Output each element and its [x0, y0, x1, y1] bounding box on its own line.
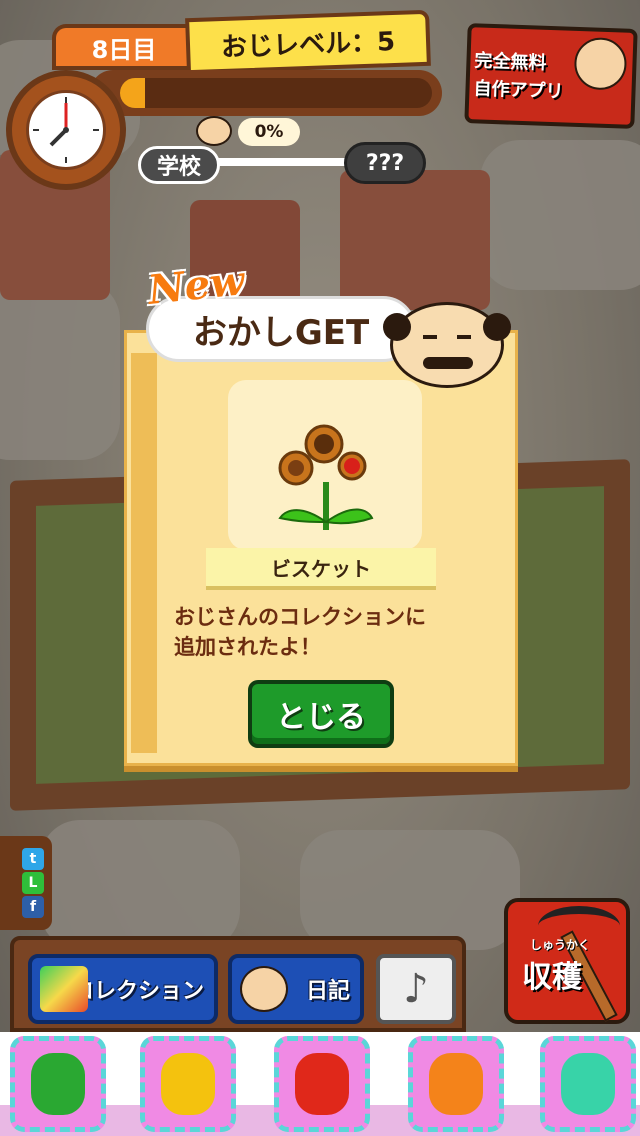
day-progress-bar	[90, 70, 442, 116]
banner-line-1: 完全無料	[474, 50, 547, 74]
new-label: New	[145, 257, 247, 314]
oji-face-icon	[573, 36, 628, 91]
free-app-banner[interactable]: 完全無料 自作アプリ	[464, 23, 638, 129]
diary-label: 日記	[305, 979, 350, 1004]
oji-marker-icon	[196, 116, 232, 146]
harvest-button[interactable]: しゅうかく 収穫	[504, 898, 630, 1024]
oji-face-icon	[240, 966, 288, 1012]
close-button[interactable]: とじる	[248, 680, 394, 748]
collection-book-icon	[40, 966, 88, 1012]
music-note-icon: ♪	[403, 966, 429, 1012]
collection-label: コレクション	[71, 979, 204, 1004]
popup-title: おかしGET	[192, 312, 370, 353]
day-counter: 8日目	[52, 24, 192, 70]
biscuit-flower-icon	[278, 424, 374, 530]
day-progress-fill	[120, 78, 145, 108]
facebook-icon[interactable]: f	[22, 896, 44, 918]
line-icon[interactable]: L	[22, 872, 44, 894]
destination-school: 学校	[138, 146, 220, 184]
destination-unknown: ???	[344, 142, 426, 184]
item-name: ビスケット	[271, 556, 371, 581]
percent-label: 0%	[238, 118, 300, 146]
orange-candy-icon	[429, 1053, 483, 1115]
candy-slot[interactable]	[274, 1036, 370, 1132]
social-share-panel: t L f	[0, 836, 52, 930]
candy-selector-bar	[0, 1032, 640, 1136]
candy-slot[interactable]	[10, 1036, 106, 1132]
message-line-2: 追加されたよ！	[174, 635, 321, 659]
banner-line-2: 自作アプリ	[473, 78, 564, 103]
twitter-icon[interactable]: t	[22, 848, 44, 870]
yellow-candy-icon	[161, 1053, 215, 1115]
clock-icon	[6, 70, 126, 190]
popup-message: おじさんのコレクションに 追加されたよ！	[174, 602, 494, 662]
harvest-ruby: しゅうかく	[530, 938, 591, 952]
message-line-1: おじさんのコレクションに	[174, 605, 426, 629]
candy-slot[interactable]	[540, 1036, 636, 1132]
level-badge: おじレベル：5	[185, 9, 431, 75]
candy-slot[interactable]	[140, 1036, 236, 1132]
item-name-plate: ビスケット	[206, 548, 436, 590]
bottom-toolbar: コレクション 日記 ♪	[10, 936, 466, 1032]
candy-slot[interactable]	[408, 1036, 504, 1132]
harvest-label: 収穫	[522, 960, 582, 995]
music-toggle-button[interactable]: ♪	[376, 954, 456, 1024]
diary-button[interactable]: 日記	[228, 954, 364, 1024]
route-line	[218, 158, 358, 166]
green-candy-icon	[31, 1053, 85, 1115]
oji-face-icon	[383, 302, 511, 388]
teal-gummy-bear-icon	[561, 1053, 615, 1115]
collection-button[interactable]: コレクション	[28, 954, 218, 1024]
red-candy-icon	[295, 1053, 349, 1115]
